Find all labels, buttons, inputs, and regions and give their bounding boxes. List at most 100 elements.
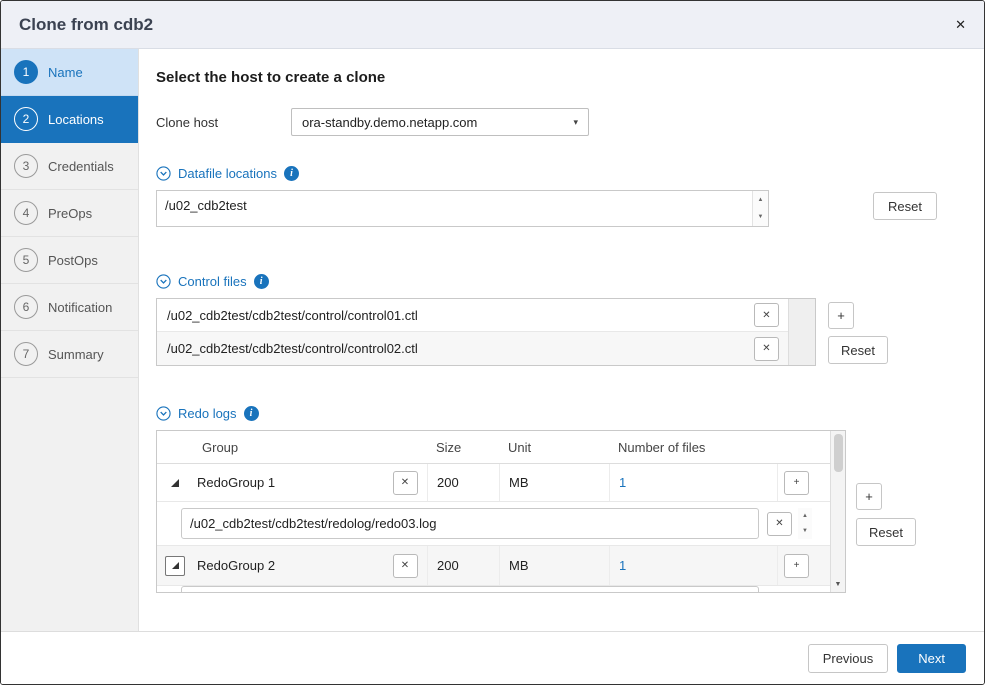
step-number-badge: 4 xyxy=(14,201,38,225)
previous-button[interactable]: Previous xyxy=(808,644,889,673)
page-heading: Select the host to create a clone xyxy=(156,69,984,86)
scroll-down-icon[interactable]: ▼ xyxy=(753,209,768,227)
scroll-down-icon[interactable]: ▼ xyxy=(798,524,812,540)
info-icon[interactable]: i xyxy=(284,166,299,181)
add-redo-log-file-button[interactable]: + xyxy=(784,471,809,495)
collapse-section-icon[interactable] xyxy=(156,406,171,421)
redo-log-path-value: /u02_cdb2test/cdb2test/redolog/redo03.lo… xyxy=(190,516,436,531)
datafile-location-input[interactable]: /u02_cdb2test ▲ ▼ xyxy=(156,190,769,227)
step-number-badge: 6 xyxy=(14,295,38,319)
control-files-section-header: Control files i xyxy=(156,274,984,289)
step-label: PostOps xyxy=(48,253,98,268)
step-item-locations[interactable]: 2 Locations xyxy=(1,96,138,143)
x-icon: ✕ xyxy=(762,310,770,321)
redo-logs-actions: + Reset xyxy=(856,483,916,593)
step-item-summary[interactable]: 7 Summary xyxy=(1,331,138,378)
control-files-section-title[interactable]: Control files xyxy=(178,274,247,289)
dialog-footer: Previous Next xyxy=(1,631,984,684)
redo-group-row: RedoGroup 1 ✕ 200 MB 1 + xyxy=(157,464,830,502)
remove-control-file-button[interactable]: ✕ xyxy=(754,303,779,327)
column-header-number-of-files: Number of files xyxy=(609,440,777,455)
collapse-section-icon[interactable] xyxy=(156,274,171,289)
scroll-up-icon[interactable]: ▲ xyxy=(798,508,812,524)
column-header-unit: Unit xyxy=(499,440,609,455)
info-icon[interactable]: i xyxy=(244,406,259,421)
textbox-scrollbar: ▲ ▼ xyxy=(752,191,768,226)
remove-redo-group-button[interactable]: ✕ xyxy=(393,554,418,578)
redo-log-file-row: /u02_cdb2test/cdb2test/redolog/redo03.lo… xyxy=(157,502,830,546)
step-item-notification[interactable]: 6 Notification xyxy=(1,284,138,331)
x-icon: ✕ xyxy=(401,477,409,488)
control-files-list: /u02_cdb2test/cdb2test/control/control01… xyxy=(156,298,816,366)
close-icon[interactable]: ✕ xyxy=(955,18,966,31)
redo-logs-section-title[interactable]: Redo logs xyxy=(178,406,237,421)
control-files-actions: + Reset xyxy=(828,302,888,366)
collapse-section-icon[interactable] xyxy=(156,166,171,181)
add-redo-group-button[interactable]: + xyxy=(856,483,882,510)
scroll-down-icon[interactable]: ▼ xyxy=(835,581,842,588)
step-item-name[interactable]: 1 Name xyxy=(1,49,138,96)
redo-group-unit[interactable]: MB xyxy=(499,546,609,585)
clone-host-value: ora-standby.demo.netapp.com xyxy=(302,115,477,130)
redo-group-size[interactable]: 200 xyxy=(427,546,499,585)
redo-group-name[interactable]: RedoGroup 2 xyxy=(193,558,383,573)
step-label: PreOps xyxy=(48,206,92,221)
x-icon: ✕ xyxy=(775,518,783,529)
add-control-file-button[interactable]: + xyxy=(828,302,854,329)
redo-group-size[interactable]: 200 xyxy=(427,464,499,501)
remove-redo-log-file-button[interactable]: ✕ xyxy=(767,512,792,536)
step-number-badge: 1 xyxy=(14,60,38,84)
redo-group-file-count[interactable]: 1 xyxy=(609,546,777,585)
add-redo-log-file-button[interactable]: + xyxy=(784,554,809,578)
datafile-row: /u02_cdb2test ▲ ▼ Reset xyxy=(156,190,984,227)
redo-logs-section-header: Redo logs i xyxy=(156,406,984,421)
redo-logs-area: Group Size Unit Number of files RedoGrou… xyxy=(156,430,984,593)
datafile-reset-button[interactable]: Reset xyxy=(873,192,937,220)
table-scrollbar[interactable]: ▼ xyxy=(830,431,845,592)
datafile-section-header: Datafile locations i xyxy=(156,166,984,181)
collapse-row-icon[interactable] xyxy=(171,479,179,487)
info-icon[interactable]: i xyxy=(254,274,269,289)
remove-redo-group-button[interactable]: ✕ xyxy=(393,471,418,495)
dialog-title: Clone from cdb2 xyxy=(19,15,153,35)
redo-group-row: RedoGroup 2 ✕ 200 MB 1 + xyxy=(157,546,830,586)
redo-group-name[interactable]: RedoGroup 1 xyxy=(193,475,383,490)
scroll-up-icon[interactable]: ▲ xyxy=(753,191,768,209)
step-label: Summary xyxy=(48,347,104,362)
control-file-row: /u02_cdb2test/cdb2test/control/control02… xyxy=(157,332,788,365)
wizard-steps-sidebar: 1 Name 2 Locations 3 Credentials 4 PreOp… xyxy=(1,49,139,631)
column-header-group: Group xyxy=(193,440,427,455)
dialog-header: Clone from cdb2 ✕ xyxy=(1,1,984,49)
step-item-postops[interactable]: 5 PostOps xyxy=(1,237,138,284)
step-item-credentials[interactable]: 3 Credentials xyxy=(1,143,138,190)
control-files-reset-button[interactable]: Reset xyxy=(828,336,888,364)
step-label: Notification xyxy=(48,300,112,315)
clone-host-row: Clone host ora-standby.demo.netapp.com ▾ xyxy=(156,108,984,136)
step-number-badge: 2 xyxy=(14,107,38,131)
control-files-area: /u02_cdb2test/cdb2test/control/control01… xyxy=(156,298,984,366)
collapse-row-icon[interactable] xyxy=(165,556,185,576)
step-item-preops[interactable]: 4 PreOps xyxy=(1,190,138,237)
scrollbar-thumb[interactable] xyxy=(834,434,843,472)
wizard-content: Select the host to create a clone Clone … xyxy=(139,49,984,631)
input-spinner: ▲ ▼ xyxy=(798,508,812,539)
scrollbar-track[interactable] xyxy=(788,299,815,365)
next-button[interactable]: Next xyxy=(897,644,966,673)
step-label: Credentials xyxy=(48,159,114,174)
clone-host-select[interactable]: ora-standby.demo.netapp.com ▾ xyxy=(291,108,589,136)
clone-wizard-dialog: Clone from cdb2 ✕ 1 Name 2 Locations 3 C… xyxy=(0,0,985,685)
datafile-location-value: /u02_cdb2test xyxy=(157,191,752,226)
redo-logs-table: Group Size Unit Number of files RedoGrou… xyxy=(156,430,846,593)
redo-logs-reset-button[interactable]: Reset xyxy=(856,518,916,546)
redo-group-unit[interactable]: MB xyxy=(499,464,609,501)
x-icon: ✕ xyxy=(762,343,770,354)
redo-group-file-count[interactable]: 1 xyxy=(609,464,777,501)
remove-control-file-button[interactable]: ✕ xyxy=(754,337,779,361)
redo-table-header: Group Size Unit Number of files xyxy=(157,431,830,464)
control-file-path[interactable]: /u02_cdb2test/cdb2test/control/control01… xyxy=(167,308,754,323)
control-file-path[interactable]: /u02_cdb2test/cdb2test/control/control02… xyxy=(167,341,754,356)
step-label: Locations xyxy=(48,112,104,127)
redo-log-path-input[interactable]: /u02_cdb2test/cdb2test/redolog/redo03.lo… xyxy=(181,508,759,539)
datafile-section-title[interactable]: Datafile locations xyxy=(178,166,277,181)
column-header-size: Size xyxy=(427,440,499,455)
